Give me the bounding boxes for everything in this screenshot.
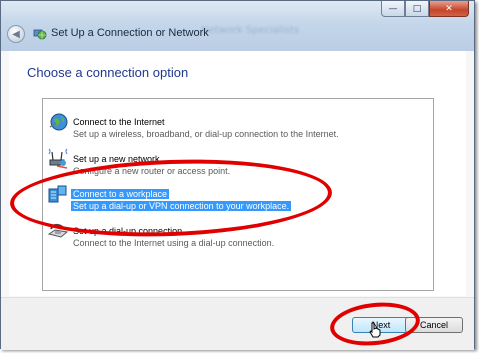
option-connect-internet[interactable]: Connect to the Internet Set up a wireles… — [43, 108, 433, 140]
maximize-button[interactable]: □ — [405, 1, 429, 17]
hand-cursor-icon — [369, 322, 381, 338]
option-title: Connect to the Internet — [73, 117, 165, 127]
blurred-background-title: Network Specialists — [201, 25, 300, 36]
title-bar[interactable]: Network Specialists — □ ✕ ◀ Set Up a Con… — [1, 1, 474, 51]
globe-icon — [49, 113, 68, 131]
window-controls: — □ ✕ — [381, 1, 469, 18]
option-description: Connect to the Internet using a dial-up … — [73, 238, 275, 248]
network-router-icon — [48, 148, 68, 169]
network-globe-icon — [33, 29, 47, 40]
option-description: Set up a wireless, broadband, or dial-up… — [73, 129, 339, 139]
minimize-button[interactable]: — — [381, 1, 405, 17]
window-title: Set Up a Connection or Network — [51, 27, 209, 39]
back-arrow-icon[interactable]: ◀ — [7, 25, 25, 43]
page-heading: Choose a connection option — [27, 65, 189, 80]
close-button[interactable]: ✕ — [429, 1, 469, 17]
